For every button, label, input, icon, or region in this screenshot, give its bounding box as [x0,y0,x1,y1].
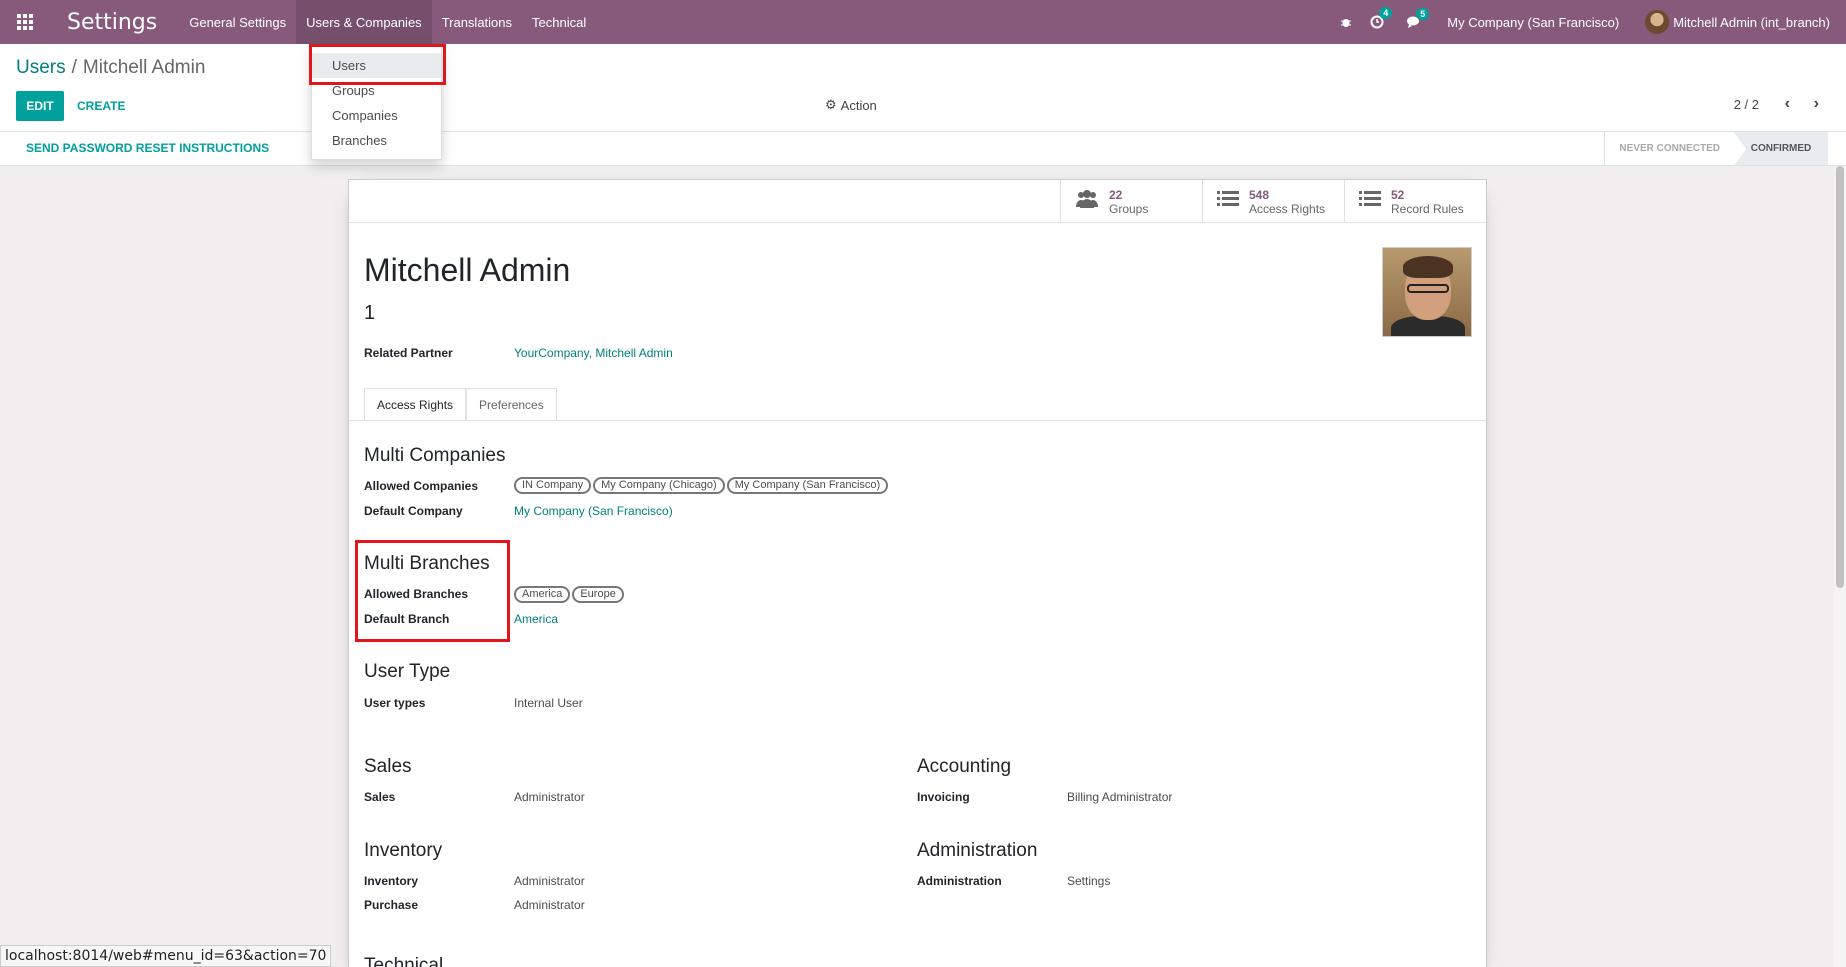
chevron-left-icon[interactable]: ‹ [1785,95,1790,113]
record-rules-label: Record Rules [1391,201,1464,216]
status-bar: SEND PASSWORD RESET INSTRUCTIONS NEVER C… [0,132,1846,166]
technical-title: Technical [364,955,444,967]
inventory-value[interactable]: Administrator [514,874,585,888]
dropdown-item-groups[interactable]: Groups [312,78,441,103]
sales-title: Sales [364,756,412,777]
form-sheet: 22 Groups 548 Access Rights 52 Record Ru… [348,179,1487,967]
default-company-link[interactable]: My Company (San Francisco) [514,504,673,518]
record-rules-smart-button[interactable]: 52 Record Rules [1344,180,1486,223]
edit-button[interactable]: EDIT [16,91,64,121]
tab-preferences[interactable]: Preferences [466,388,557,421]
accounting-title: Accounting [917,756,1012,777]
company-tag[interactable]: IN Company [514,477,592,494]
list-icon [1359,190,1381,214]
user-type-title: User Type [364,661,451,682]
company-tag[interactable]: My Company (San Francisco) [726,477,889,494]
scrollbar-thumb[interactable] [1836,166,1844,588]
default-branch-link[interactable]: America [514,612,558,626]
invoicing-label: Invoicing [917,790,970,804]
access-rights-count: 548 [1249,187,1270,202]
notebook-tabs: Access Rights Preferences [364,388,557,421]
stage-arrow [1734,132,1746,166]
administration-title: Administration [917,840,1038,861]
action-label: Action [840,97,877,113]
menu-users-companies[interactable]: Users & Companies [296,0,432,44]
user-types-label: User types [364,696,426,710]
avatar [1645,10,1670,34]
inventory-title: Inventory [364,840,443,861]
groups-smart-button[interactable]: 22 Groups [1060,180,1202,223]
record-rules-count: 52 [1391,187,1405,202]
access-rights-smart-button[interactable]: 548 Access Rights [1202,180,1344,223]
company-tag[interactable]: My Company (Chicago) [593,477,725,494]
list-icon [1217,190,1239,214]
sales-value[interactable]: Administrator [514,790,585,804]
chevron-right-icon[interactable]: › [1814,95,1819,113]
company-switcher[interactable]: My Company (San Francisco) [1447,15,1619,30]
tab-access-rights[interactable]: Access Rights [364,388,467,421]
activity-badge: 4 [1379,7,1393,19]
groups-count: 22 [1109,187,1123,202]
user-name: Mitchell Admin (int_branch) [1673,14,1830,30]
user-photo[interactable] [1382,247,1472,337]
stage-confirmed[interactable]: CONFIRMED [1734,132,1828,165]
dropdown-item-users[interactable]: Users [312,53,441,78]
multi-branches-title: Multi Branches [364,553,490,574]
systray: 4 5 My Company (San Francisco) Mitchell … [1331,0,1846,44]
tabs-divider [349,420,1486,421]
dropdown-item-branches[interactable]: Branches [312,128,441,153]
messages-badge: 5 [1416,7,1430,20]
menu-translations[interactable]: Translations [432,0,522,44]
activity-icon[interactable]: 4 [1370,7,1393,29]
branch-tag[interactable]: Europe [572,586,624,603]
purchase-value[interactable]: Administrator [514,898,585,912]
pager-value[interactable]: 2 / 2 [1734,97,1759,112]
smart-buttons: 22 Groups 548 Access Rights 52 Record Ru… [349,180,1486,223]
breadcrumb-users[interactable]: Users [16,57,66,78]
users-icon [1075,189,1099,215]
access-rights-label: Access Rights [1249,201,1326,216]
administration-value[interactable]: Settings [1067,874,1110,888]
allowed-companies-tags: IN Company My Company (Chicago) My Company… [514,477,890,494]
allowed-branches-label: Allowed Branches [364,587,469,601]
bug-icon[interactable] [1340,16,1352,28]
related-partner-link[interactable]: YourCompany, Mitchell Admin [514,346,673,360]
gear-icon: ⚙ [825,97,837,112]
default-branch-label: Default Branch [364,612,450,626]
record-name: Mitchell Admin [364,252,571,288]
sales-label: Sales [364,790,396,804]
scrollbar[interactable] [1834,166,1846,967]
allowed-companies-label: Allowed Companies [364,479,479,493]
apps-menu-icon[interactable] [0,0,50,44]
create-button[interactable]: CREATE [77,91,125,121]
stage-never-connected[interactable]: NEVER CONNECTED [1604,132,1734,165]
breadcrumb-current: Mitchell Admin [82,57,206,78]
messages-icon[interactable]: 5 [1407,7,1430,29]
branch-tag[interactable]: America [514,586,571,603]
administration-label: Administration [917,874,1002,888]
user-menu[interactable]: Mitchell Admin (int_branch) [1645,10,1830,34]
app-title: Settings [67,9,158,35]
related-partner-label: Related Partner [364,346,453,360]
breadcrumb: Users / Mitchell Admin [16,57,206,78]
dropdown-item-companies[interactable]: Companies [312,103,441,128]
groups-label: Groups [1109,201,1149,216]
action-dropdown[interactable]: ⚙ Action [825,97,877,113]
top-navbar: Settings General Settings Users & Compan… [0,0,1846,44]
control-panel: Users / Mitchell Admin EDIT CREATE ⚙ Actio… [0,44,1846,132]
main-menu: General Settings Users & Companies Trans… [179,0,596,44]
purchase-label: Purchase [364,898,419,912]
allowed-branches-tags: America Europe [514,586,626,603]
invoicing-value[interactable]: Billing Administrator [1067,790,1172,804]
status-url: localhost:8014/web#menu_id=63&action=70 [0,945,332,967]
users-companies-dropdown: Users Groups Companies Branches [311,44,442,160]
menu-general-settings[interactable]: General Settings [179,0,296,44]
default-company-label: Default Company [364,504,463,518]
inventory-label: Inventory [364,874,419,888]
user-types-value[interactable]: Internal User [514,696,583,710]
menu-technical[interactable]: Technical [522,0,596,44]
send-password-reset-button[interactable]: SEND PASSWORD RESET INSTRUCTIONS [26,141,269,155]
record-login: 1 [364,302,376,324]
multi-companies-title: Multi Companies [364,445,506,466]
